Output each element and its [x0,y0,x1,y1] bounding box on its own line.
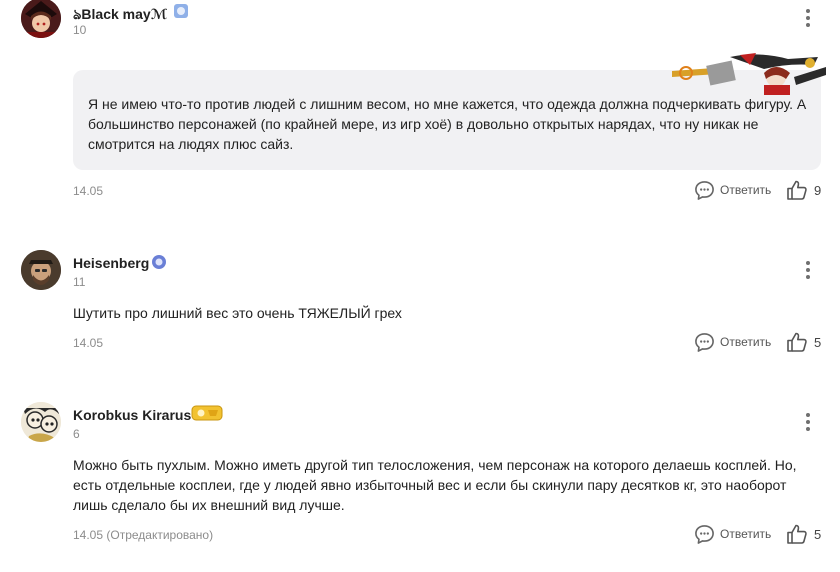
vertical-dots-icon [806,9,810,13]
comment-feed: ঌBlack mayℳ 10 Я не имею что-то против л… [0,0,840,572]
reply-label: Ответить [720,183,772,197]
speech-bubble-icon [695,524,714,544]
user-badge-icon [173,3,189,19]
reply-button[interactable]: Ответить [694,179,771,201]
comment-text: Шутить про лишний вес это очень ТЯЖЕЛЫЙ … [73,305,402,321]
speech-bubble-icon [695,332,714,352]
username[interactable]: Korobkus Kirarus [73,407,191,423]
user-badge-icon [151,254,167,270]
user-level: 6 [73,427,80,441]
reply-label: Ответить [720,527,772,541]
comment-item: ঌBlack mayℳ 10 Я не имею что-то против л… [0,0,840,210]
like-count: 5 [814,334,822,350]
username[interactable]: ঌBlack mayℳ [73,3,167,27]
vertical-dots-icon [806,413,810,417]
thumbs-up-icon [787,332,807,352]
like-count: 5 [814,526,822,542]
comment-text: Можно быть пухлым. Можно иметь другой ти… [73,457,797,513]
like-button[interactable]: 9 [786,178,821,202]
comment-item: Heisenberg 11 Шутить про лишний вес это … [0,248,840,358]
comment-item: Korobkus Kirarus 6 Можно быть пухлым. Мо… [0,400,840,560]
reply-button[interactable]: Ответить [694,331,771,353]
like-button[interactable]: 5 [786,522,821,546]
username[interactable]: Heisenberg [73,255,149,271]
manga-avatar-icon [21,402,61,442]
bearded-man-avatar-icon [21,250,61,290]
like-button[interactable]: 5 [786,330,821,354]
comment-text: Я не имею что-то против людей с лишним в… [88,96,807,152]
avatar[interactable] [21,402,61,442]
user-badge-icon [191,405,223,421]
vertical-dots-icon [806,261,810,265]
like-count: 9 [814,182,822,198]
comment-date: 14.05 [73,184,104,198]
thumbs-up-icon [787,524,807,544]
avatar[interactable] [21,0,61,38]
thumbs-up-icon [787,180,807,200]
user-level: 10 [73,23,87,37]
user-level: 11 [73,275,86,289]
reply-label: Ответить [720,335,772,349]
comment-date: 14.05 [73,336,104,350]
reply-button[interactable]: Ответить [694,523,771,545]
speech-bubble-icon [695,180,714,200]
more-options-button[interactable] [800,410,816,434]
anime-avatar-icon [21,0,61,38]
more-options-button[interactable] [800,6,816,30]
avatar[interactable] [21,250,61,290]
comment-date: 14.05 (Отредактировано) [73,528,214,542]
decorative-sticker-icon [668,49,828,97]
more-options-button[interactable] [800,258,816,282]
